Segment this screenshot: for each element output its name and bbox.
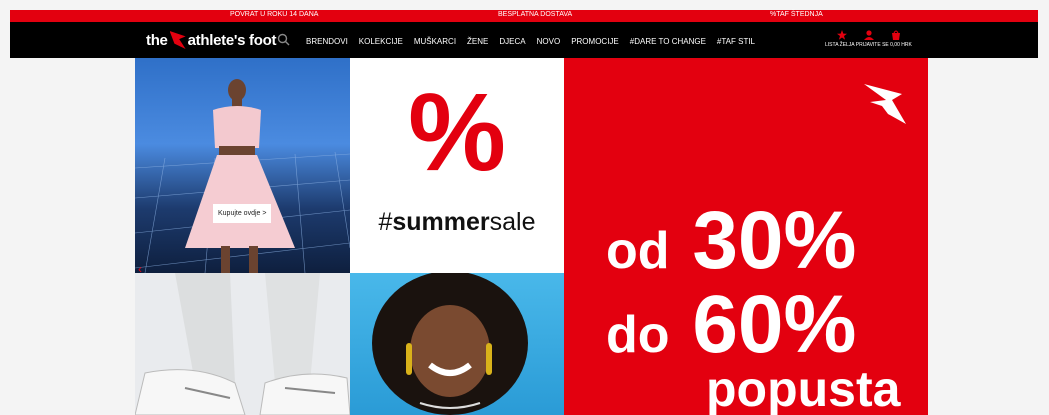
brand-logo[interactable]: the athlete's foot	[146, 31, 276, 49]
menu-dare-to-change[interactable]: #DARE TO CHANGE	[630, 37, 706, 46]
menu-novo[interactable]: NOVO	[537, 37, 561, 46]
account-area: LISTA ŽELJA PRIJAVITE SE 0,00 HRK	[825, 30, 912, 48]
promo-60: 60%	[692, 279, 857, 370]
shop-now-button[interactable]: Kupujte ovdje >	[213, 204, 272, 223]
tag-hash: #	[378, 208, 393, 236]
cart-icon[interactable]	[891, 30, 901, 40]
menu-taf-stil[interactable]: #TAF STIL	[717, 37, 755, 46]
main-navigation: the athlete's foot BRENDOVI KOLEKCIJE MU…	[10, 22, 1038, 58]
discount-banner[interactable]: od 30% do 60% popusta	[564, 58, 928, 415]
promo-line-2: do 60%	[606, 284, 856, 366]
promo-od: od	[606, 222, 670, 280]
wishlist-link[interactable]: LISTA ŽELJA	[825, 42, 854, 48]
menu-djeca[interactable]: DJECA	[499, 37, 525, 46]
free-delivery-notice[interactable]: BESPLATNA DOSTAVA	[498, 11, 572, 18]
smiling-woman-illustration	[372, 273, 528, 415]
returns-notice[interactable]: POVRAT U ROKU 14 DANA	[230, 11, 318, 18]
promo-line-1: od 30%	[606, 200, 856, 282]
search-icon[interactable]	[277, 33, 290, 46]
carousel-prev-arrow[interactable]: ‹	[138, 262, 142, 276]
brand-wing-icon	[864, 84, 906, 124]
sneakers-illustration	[135, 273, 350, 415]
menu-kolekcije[interactable]: KOLEKCIJE	[359, 37, 403, 46]
menu-muskarci[interactable]: MUŠKARCI	[414, 37, 456, 46]
promo-30: 30%	[692, 195, 857, 286]
logo-flag-icon	[169, 31, 186, 49]
promo-do: do	[606, 306, 670, 364]
summer-sale-tile[interactable]: % #summersale	[350, 58, 564, 273]
menu-brendovi[interactable]: BRENDOVI	[306, 37, 348, 46]
hero-photo-illustration	[135, 79, 350, 273]
cart-total[interactable]: 0,00 HRK	[890, 42, 912, 48]
user-icon[interactable]	[864, 30, 874, 40]
menu-items: BRENDOVI KOLEKCIJE MUŠKARCI ŽENE DJECA N…	[306, 37, 766, 46]
wishlist-star-icon[interactable]	[837, 30, 847, 40]
logo-name: athlete's foot	[187, 31, 277, 49]
promo-popusta: popusta	[706, 361, 901, 415]
sneakers-photo[interactable]	[135, 273, 350, 415]
menu-promocije[interactable]: PROMOCIJE	[571, 37, 619, 46]
logo-the: the	[146, 31, 168, 49]
percent-sign: %	[408, 71, 506, 194]
promo-top-bar: POVRAT U ROKU 14 DANA BESPLATNA DOSTAVA …	[10, 10, 1038, 22]
summer-sale-tagline: #summersale	[350, 208, 564, 237]
login-link[interactable]: PRIJAVITE SE	[856, 42, 889, 48]
menu-zene[interactable]: ŽENE	[467, 37, 488, 46]
savings-notice[interactable]: %TAF ŠTEDNJA	[770, 11, 823, 18]
tag-summer: summer	[392, 208, 490, 236]
hero-photo-woman-solar[interactable]: Kupujte ovdje >	[135, 58, 350, 273]
smiling-woman-photo[interactable]	[350, 273, 564, 415]
tag-sale: sale	[489, 208, 536, 236]
